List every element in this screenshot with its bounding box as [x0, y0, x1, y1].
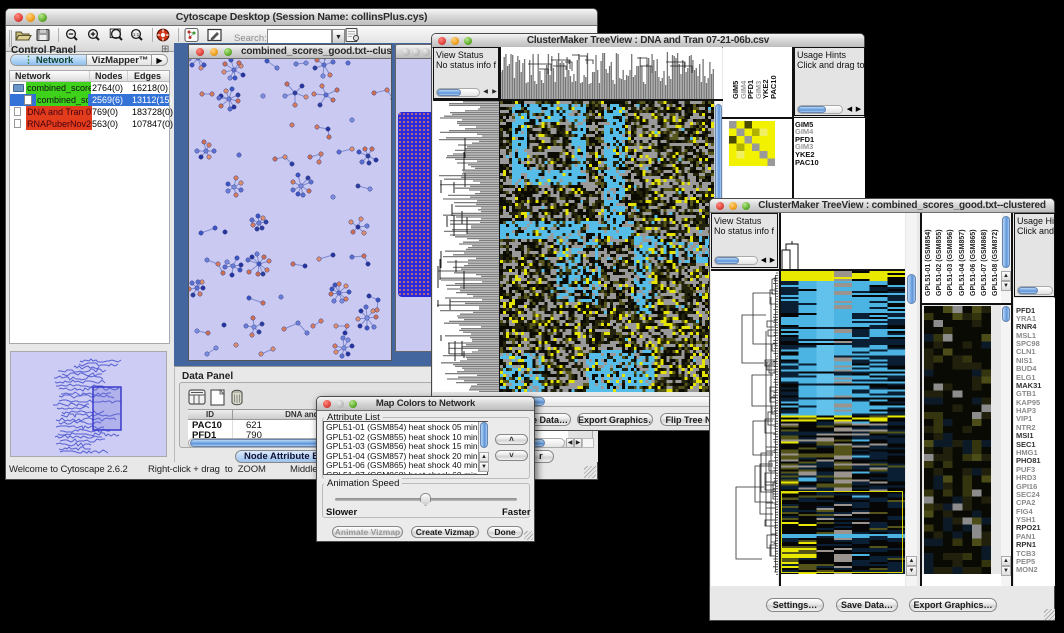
svg-text:1:1: 1:1	[133, 32, 140, 37]
